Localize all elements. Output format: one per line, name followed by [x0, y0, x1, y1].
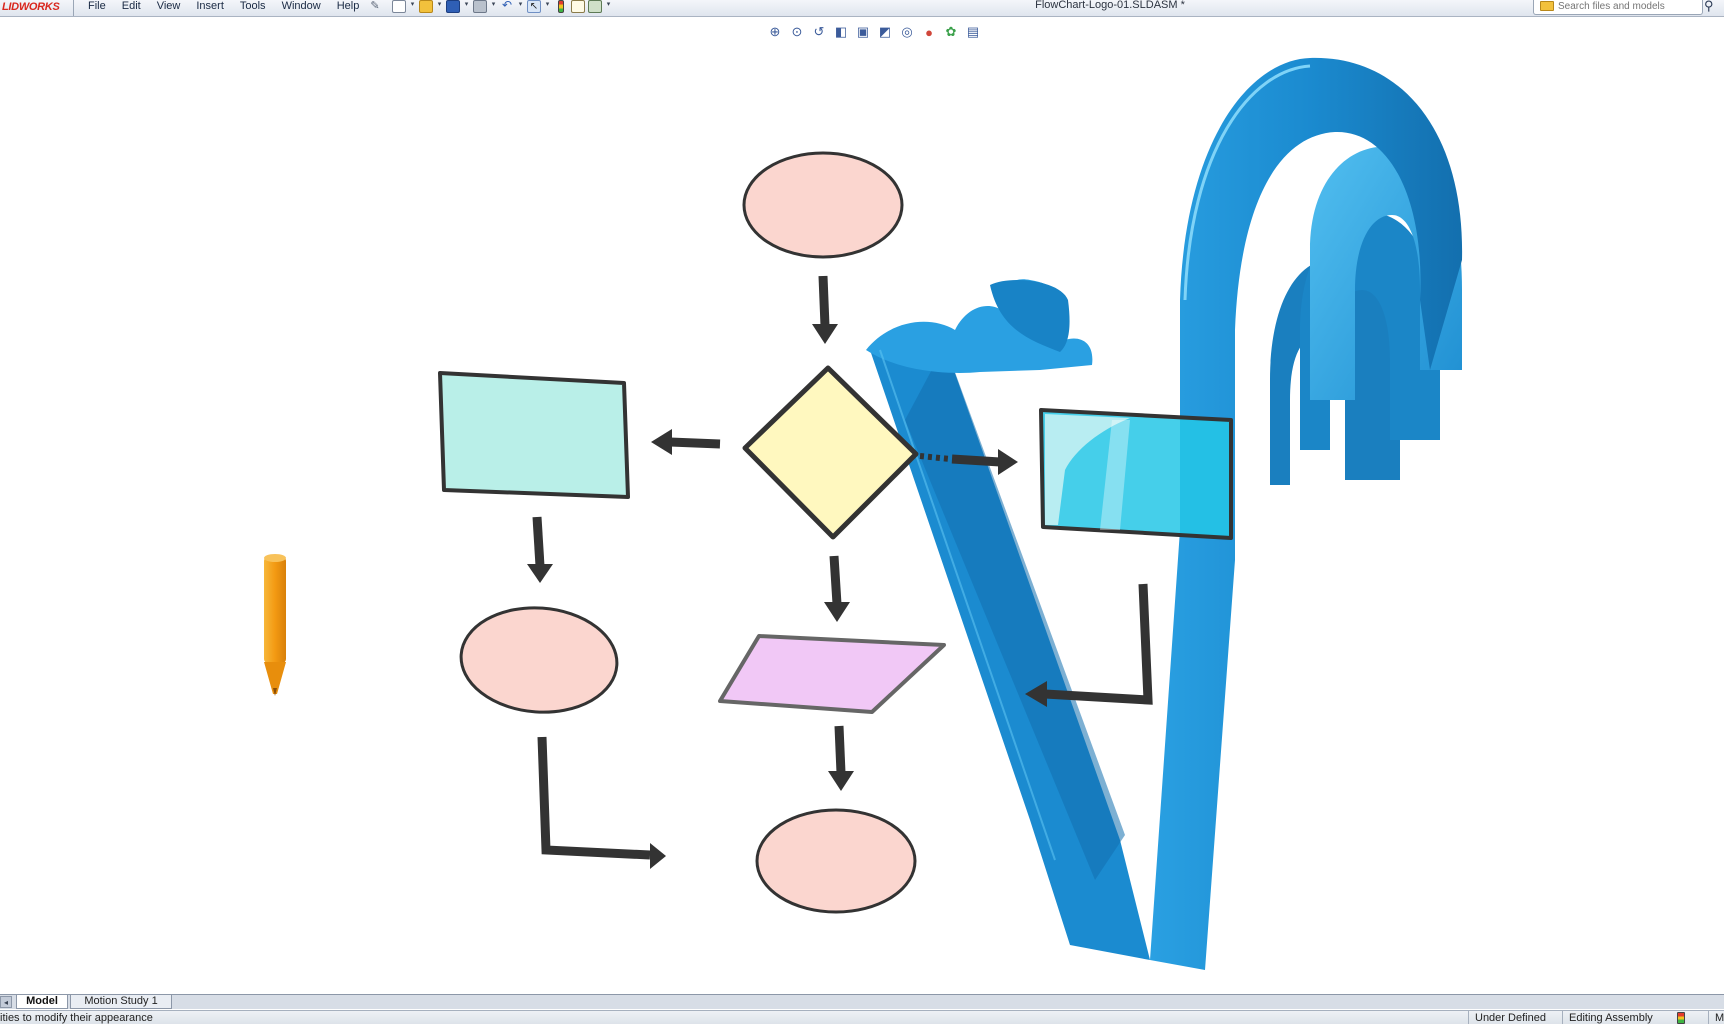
menu-view[interactable]: View [149, 0, 189, 16]
standard-toolbar: ▾ ▾ ▾ ▾ ↶ ▾ ↖ ▾ ▾ [392, 0, 612, 16]
arrow-left-to-end [537, 736, 666, 869]
open-dropdown-chevron-icon[interactable]: ▾ [436, 0, 443, 10]
menu-insert[interactable]: Insert [188, 0, 232, 16]
menu-window[interactable]: Window [274, 0, 329, 16]
app-logo[interactable]: LIDWORKS [0, 0, 70, 16]
status-definition: Under Defined [1468, 1011, 1552, 1024]
end-terminator[interactable] [755, 808, 917, 914]
left-terminator[interactable] [458, 603, 621, 718]
new-document-icon[interactable] [392, 0, 406, 13]
status-bar: ities to modify their appearance Under D… [0, 1010, 1724, 1024]
status-message: ities to modify their appearance [0, 1012, 153, 1024]
document-title: FlowChart-Logo-01.SLDASM * [1035, 0, 1185, 11]
start-terminator[interactable] [742, 151, 904, 259]
new-dropdown-chevron-icon[interactable]: ▾ [409, 0, 416, 10]
menu-separator [73, 0, 74, 16]
select-dropdown-chevron-icon[interactable]: ▾ [544, 0, 551, 10]
pencil-part[interactable] [264, 554, 286, 696]
search-folder-icon[interactable] [1540, 1, 1554, 11]
model-tabs-bar: ◂ Model Motion Study 1 [0, 994, 1724, 1009]
rebuild-status-icon[interactable] [1677, 1012, 1685, 1024]
search-icon[interactable]: ⚲ [1704, 0, 1718, 13]
tab-motion-study[interactable]: Motion Study 1 [70, 995, 172, 1009]
menu-edit[interactable]: Edit [114, 0, 149, 16]
tab-model[interactable]: Model [16, 995, 68, 1009]
print-icon[interactable] [473, 0, 487, 13]
print-dropdown-chevron-icon[interactable]: ▾ [490, 0, 497, 10]
tab-scroll-left-icon[interactable]: ◂ [0, 996, 12, 1008]
arrow-decision-to-io [824, 555, 850, 622]
io-parallelogram[interactable] [718, 634, 946, 714]
open-folder-icon[interactable] [419, 0, 433, 13]
main-menu: File Edit View Insert Tools Window Help [80, 0, 367, 16]
right-process-rectangle[interactable] [1039, 408, 1233, 540]
options-icon[interactable] [588, 0, 602, 13]
menu-tools[interactable]: Tools [232, 0, 274, 16]
undo-icon[interactable]: ↶ [500, 0, 514, 13]
properties-icon[interactable] [571, 0, 585, 13]
graphics-area[interactable] [0, 18, 1724, 996]
menu-help[interactable]: Help [329, 0, 368, 16]
model-canvas[interactable] [0, 18, 1724, 996]
status-units[interactable]: M [1708, 1011, 1724, 1024]
process-rectangle[interactable] [438, 371, 630, 499]
save-icon[interactable] [446, 0, 460, 13]
traffic-light-icon[interactable] [558, 0, 564, 13]
menu-bar: LIDWORKS File Edit View Insert Tools Win… [0, 0, 1724, 17]
status-mode: Editing Assembly [1562, 1011, 1659, 1024]
search-box[interactable] [1533, 0, 1703, 15]
undo-dropdown-chevron-icon[interactable]: ▾ [517, 0, 524, 10]
arrow-decision-to-process [651, 429, 721, 455]
solidworks-window: LIDWORKS File Edit View Insert Tools Win… [0, 0, 1724, 1024]
arrow-process-to-terminator [527, 516, 553, 583]
pin-menu-icon[interactable]: ✎ [368, 0, 382, 14]
arrow-start-to-decision [812, 275, 838, 344]
flowchart [438, 151, 1233, 914]
menu-file[interactable]: File [80, 0, 114, 16]
arrow-io-to-end [828, 725, 854, 791]
search-input[interactable] [1558, 0, 1698, 12]
save-dropdown-chevron-icon[interactable]: ▾ [463, 0, 470, 10]
options-dropdown-chevron-icon[interactable]: ▾ [605, 0, 612, 10]
select-arrow-icon[interactable]: ↖ [527, 0, 541, 13]
